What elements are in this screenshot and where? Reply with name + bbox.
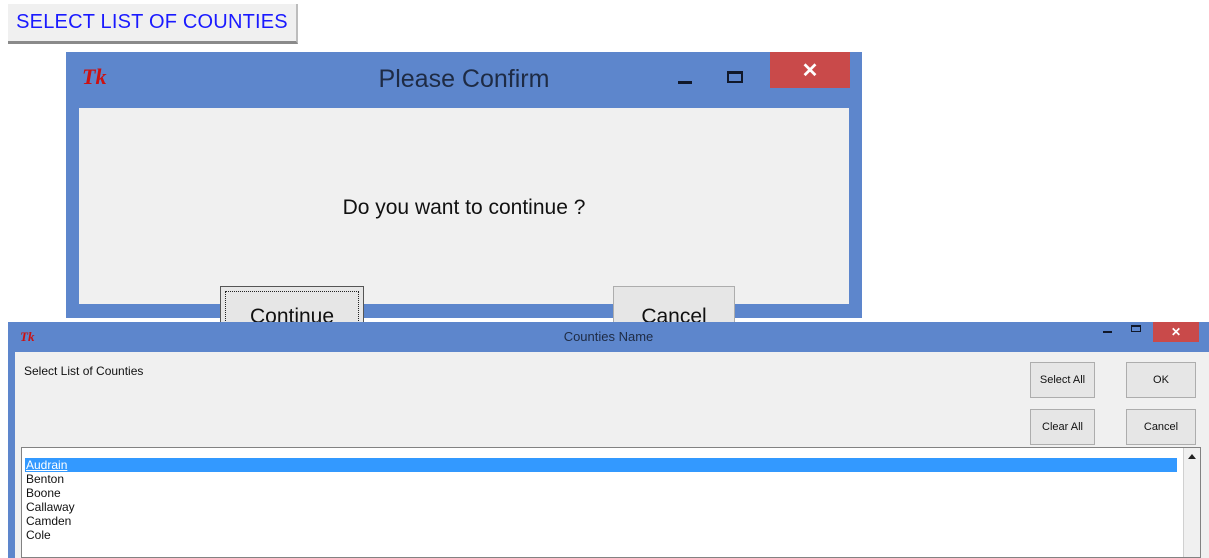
ok-button[interactable]: OK — [1126, 362, 1196, 398]
dialog-body: Do you want to continue ? Continue Cance… — [79, 108, 849, 348]
minimize-icon[interactable] — [1097, 322, 1117, 338]
vertical-scrollbar[interactable] — [1183, 448, 1200, 557]
close-icon[interactable]: ✕ — [1153, 322, 1199, 342]
select-counties-launch-button[interactable]: SELECT LIST OF COUNTIES — [8, 4, 298, 44]
counties-label: Select List of Counties — [24, 364, 144, 378]
dialog-message: Do you want to continue ? — [342, 196, 586, 219]
clear-all-button[interactable]: Clear All — [1030, 409, 1095, 445]
county-list-item[interactable]: Callaway — [25, 500, 1177, 514]
county-list-item[interactable]: Camden — [25, 514, 1177, 528]
confirm-dialog: Tk Please Confirm ✕ Do you want to conti… — [66, 52, 862, 348]
county-list: Audrain Benton Boone Callaway Camden Cole — [25, 458, 1177, 542]
minimize-icon[interactable] — [670, 62, 700, 92]
county-list-item[interactable]: Boone — [25, 486, 1177, 500]
window-body: Select List of Counties Select All OK Cl… — [15, 352, 1209, 558]
select-all-button[interactable]: Select All — [1030, 362, 1095, 398]
counties-listbox[interactable]: Audrain Benton Boone Callaway Camden Cole — [21, 447, 1201, 558]
cancel-button[interactable]: Cancel — [1126, 409, 1196, 445]
close-icon[interactable]: ✕ — [770, 52, 850, 88]
scroll-up-arrow-icon[interactable] — [1184, 448, 1200, 465]
county-list-item[interactable]: Benton — [25, 472, 1177, 486]
maximize-icon[interactable] — [1126, 322, 1146, 338]
counties-window: Tk Counties Name ✕ Select List of Counti… — [8, 322, 1209, 558]
window-title: Counties Name — [563, 329, 654, 344]
maximize-icon[interactable] — [720, 62, 750, 92]
county-list-item[interactable]: Audrain — [25, 458, 1177, 472]
county-list-item[interactable]: Cole — [25, 528, 1177, 542]
